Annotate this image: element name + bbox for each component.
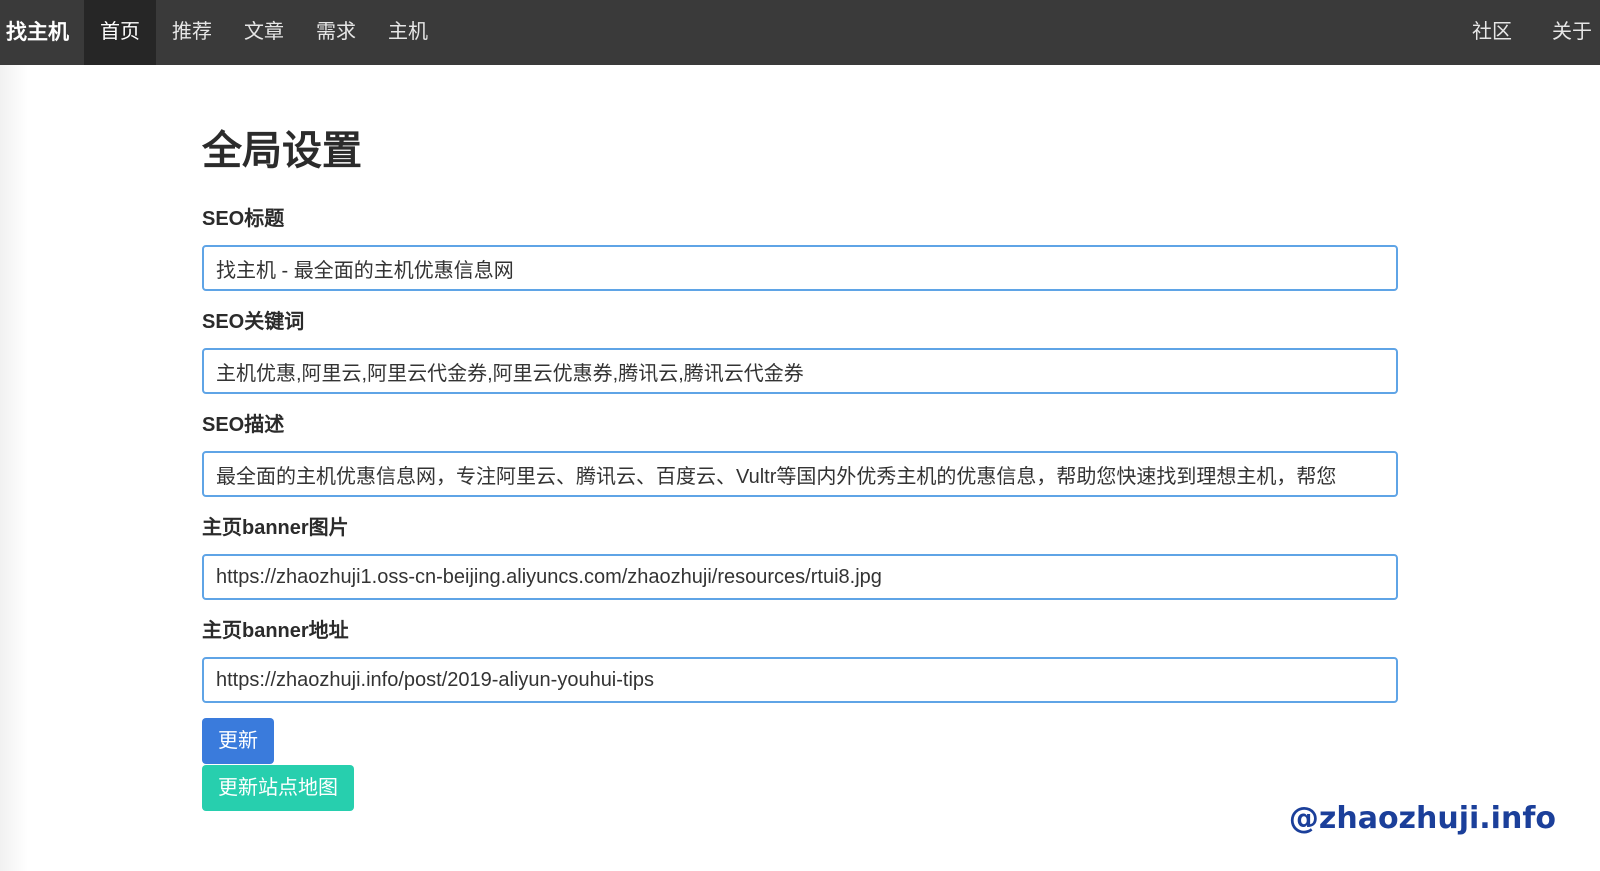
nav-item-recommend[interactable]: 推荐 [156, 0, 228, 65]
seo-keywords-input[interactable] [202, 348, 1398, 394]
main-nav: 首页 推荐 文章 需求 主机 [84, 0, 444, 65]
seo-title-group: SEO标题 [202, 206, 1398, 291]
banner-image-label: 主页banner图片 [202, 517, 349, 539]
brand-logo[interactable]: 找主机 [6, 0, 69, 65]
nav-item-about[interactable]: 关于 [1520, 0, 1600, 65]
nav-item-hosts[interactable]: 主机 [372, 0, 444, 65]
watermark-text: @zhaozhuji.info [1288, 801, 1556, 836]
nav-item-requests[interactable]: 需求 [300, 0, 372, 65]
seo-description-input[interactable] [202, 451, 1398, 497]
banner-link-input[interactable] [202, 657, 1398, 703]
seo-description-group: SEO描述 [202, 412, 1398, 497]
secondary-nav: 社区 关于 [1440, 0, 1600, 65]
nav-item-community[interactable]: 社区 [1440, 0, 1520, 65]
seo-title-label: SEO标题 [202, 208, 285, 230]
banner-link-group: 主页banner地址 [202, 618, 1398, 703]
banner-image-input[interactable] [202, 554, 1398, 600]
seo-title-input[interactable] [202, 245, 1398, 291]
banner-image-group: 主页banner图片 [202, 515, 1398, 600]
nav-item-articles[interactable]: 文章 [228, 0, 300, 65]
side-shadow [0, 65, 28, 871]
seo-description-label: SEO描述 [202, 414, 285, 436]
page-title: 全局设置 [202, 129, 362, 173]
update-sitemap-button[interactable]: 更新站点地图 [202, 765, 354, 811]
banner-link-label: 主页banner地址 [202, 620, 349, 642]
nav-item-home[interactable]: 首页 [84, 0, 156, 65]
seo-keywords-label: SEO关键词 [202, 311, 305, 333]
seo-keywords-group: SEO关键词 [202, 309, 1398, 394]
update-button[interactable]: 更新 [202, 718, 274, 764]
top-navbar: 找主机 首页 推荐 文章 需求 主机 社区 关于 [0, 0, 1600, 65]
